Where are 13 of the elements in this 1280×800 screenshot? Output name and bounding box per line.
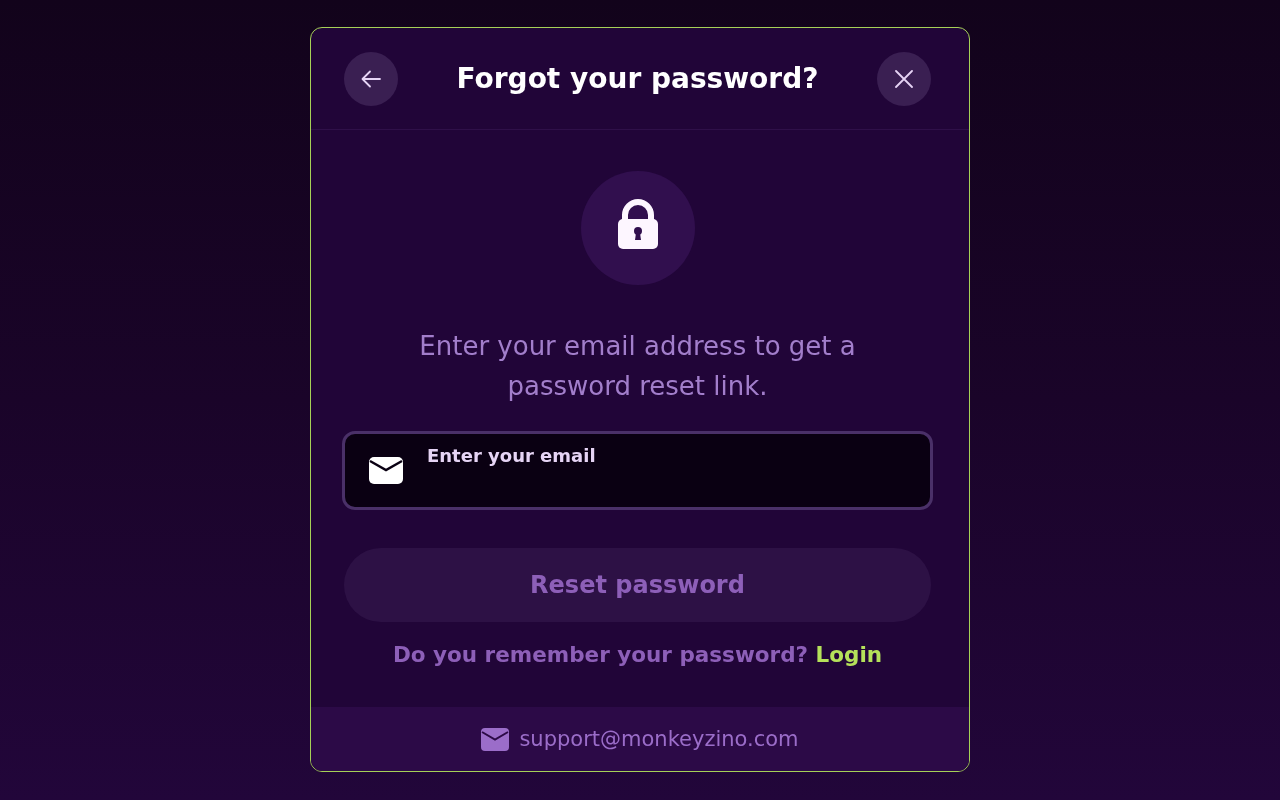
- support-email-link[interactable]: support@monkeyzino.com: [519, 727, 799, 751]
- login-prompt: Do you remember your password? Login: [392, 641, 883, 669]
- login-link[interactable]: Login: [815, 642, 883, 667]
- close-icon: [895, 69, 913, 88]
- close-button[interactable]: [877, 51, 931, 106]
- email-input[interactable]: Enter your email: [342, 431, 933, 510]
- dialog-title: Forgot your password?: [456, 62, 819, 95]
- padlock-icon: [580, 171, 695, 285]
- back-button[interactable]: [344, 51, 398, 106]
- instruction-text: Enter your email address to get a password reset link.: [418, 330, 857, 403]
- back-arrow-icon: [361, 69, 381, 88]
- envelope-icon: [369, 457, 403, 484]
- envelope-icon: [481, 727, 510, 751]
